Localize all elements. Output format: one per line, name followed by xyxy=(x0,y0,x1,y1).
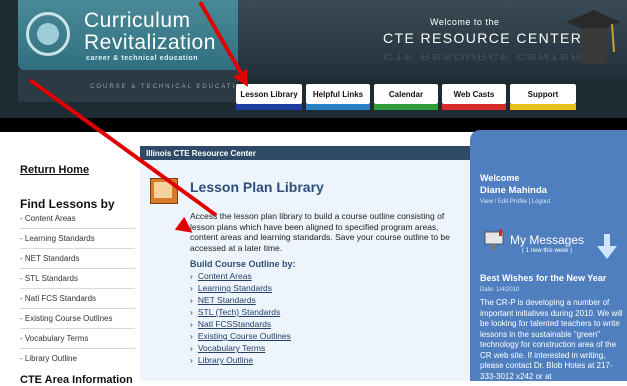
tab-underline xyxy=(510,104,576,110)
tab-support[interactable]: Support xyxy=(510,84,576,104)
divider xyxy=(20,348,135,349)
sidebar-item-net-standards[interactable]: - NET Standards xyxy=(20,254,79,263)
build-link-item: › Library Outline xyxy=(190,355,253,365)
down-arrow-icon xyxy=(597,234,617,259)
my-messages-link[interactable]: My Messages xyxy=(510,233,584,247)
center-title-bar: Illinois CTE Resource Center xyxy=(140,146,470,160)
cte-area-heading: CTE Area Information xyxy=(20,374,133,386)
news-body: The CR-P is developing a number of impor… xyxy=(480,298,623,381)
news-date: Date: 1/4/2010 xyxy=(480,287,520,293)
sidebar-item-existing-course-outlines[interactable]: - Existing Course Outlines xyxy=(20,314,112,323)
news-title: Best Wishes for the New Year xyxy=(480,273,607,283)
user-name: Diane Mahinda xyxy=(480,185,548,196)
sidebar-item-library-outline[interactable]: - Library Outline xyxy=(20,354,77,363)
divider xyxy=(20,268,135,269)
sidebar-item-vocabulary-terms[interactable]: - Vocabulary Terms xyxy=(20,334,88,343)
build-link-item: › NET Standards xyxy=(190,295,256,305)
chevron-right-icon: › xyxy=(190,319,193,329)
sidebar-item-stl-standards[interactable]: - STL Standards xyxy=(20,274,78,283)
brand-title-line1: Curriculum xyxy=(84,9,191,32)
messages-count: ( 1 new this week ) xyxy=(522,248,573,254)
tab-underline xyxy=(236,104,302,110)
build-link-item: › Existing Course Outlines xyxy=(190,331,291,341)
build-link-library-outline[interactable]: Library Outline xyxy=(198,355,253,365)
sidebar-item-learning-standards[interactable]: - Learning Standards xyxy=(20,234,95,243)
build-link-item: › Content Areas xyxy=(190,271,252,281)
chevron-right-icon: › xyxy=(190,295,193,305)
resource-center-reflection: CTE RESOURCE CENTER xyxy=(383,52,583,62)
build-link-natl-fcs-standards[interactable]: Natl FCSStandards xyxy=(198,319,271,329)
tab-underline xyxy=(374,104,438,110)
welcome-line: Welcome to the xyxy=(430,17,500,27)
build-link-learning-standards[interactable]: Learning Standards xyxy=(198,283,272,293)
graduation-cap-icon xyxy=(566,10,620,64)
welcome-label: Welcome xyxy=(480,173,520,183)
chevron-right-icon: › xyxy=(190,343,193,353)
build-link-existing-course-outlines[interactable]: Existing Course Outlines xyxy=(198,331,291,341)
divider xyxy=(20,328,135,329)
page-title: Lesson Plan Library xyxy=(190,179,324,195)
chevron-right-icon: › xyxy=(190,283,193,293)
tab-web-casts[interactable]: Web Casts xyxy=(442,84,506,104)
logo-inner-icon xyxy=(37,23,59,45)
build-link-item: › Natl FCSStandards xyxy=(190,319,271,329)
find-lessons-heading: Find Lessons by xyxy=(20,197,115,211)
brand-subtitle: career & technical education xyxy=(86,55,199,62)
tab-underline xyxy=(306,104,370,110)
chevron-right-icon: › xyxy=(190,271,193,281)
build-link-item: › Vocabulary Terms xyxy=(190,343,265,353)
divider xyxy=(20,228,135,229)
return-home-link[interactable]: Return Home xyxy=(20,164,89,176)
sidebar-item-content-areas[interactable]: - Content Areas xyxy=(20,214,76,223)
build-link-vocabulary-terms[interactable]: Vocabulary Terms xyxy=(198,343,265,353)
chevron-right-icon: › xyxy=(190,355,193,365)
build-outline-heading: Build Course Outline by: xyxy=(190,259,296,269)
divider xyxy=(20,288,135,289)
build-link-item: › STL (Tech) Standards xyxy=(190,307,280,317)
build-link-content-areas[interactable]: Content Areas xyxy=(198,271,252,281)
chevron-right-icon: › xyxy=(190,307,193,317)
tab-underline xyxy=(442,104,506,110)
sidebar-item-natl-fcs-standards[interactable]: - Natl FCS Standards xyxy=(20,294,96,303)
build-link-item: › Learning Standards xyxy=(190,283,272,293)
build-link-stl-standards[interactable]: STL (Tech) Standards xyxy=(198,307,280,317)
build-link-net-standards[interactable]: NET Standards xyxy=(198,295,256,305)
resource-center-title: CTE RESOURCE CENTER xyxy=(383,30,583,46)
mailbox-icon[interactable] xyxy=(483,228,507,250)
chevron-right-icon: › xyxy=(190,331,193,341)
brand-title-line2: Revitalization xyxy=(84,31,216,54)
brand-faint-text: COURSE & TECHNICAL EDUCATI xyxy=(90,84,237,90)
tab-calendar[interactable]: Calendar xyxy=(374,84,438,104)
tab-helpful-links[interactable]: Helpful Links xyxy=(306,84,370,104)
divider xyxy=(20,308,135,309)
divider xyxy=(20,248,135,249)
profile-links[interactable]: View / Edit Profile | Logout xyxy=(480,199,550,205)
lesson-library-description: Access the lesson plan library to build … xyxy=(190,211,450,253)
